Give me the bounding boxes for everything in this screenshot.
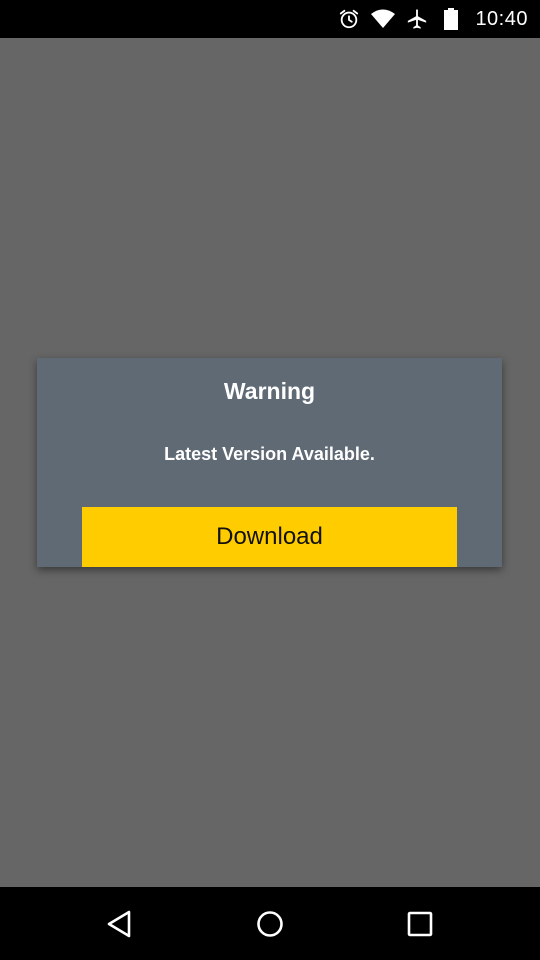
airplane-mode-icon xyxy=(405,7,429,31)
back-icon xyxy=(107,910,131,937)
status-icons: 10:40 xyxy=(337,0,528,38)
screen: 10:40 Warning Latest Version Available. … xyxy=(0,0,540,960)
dialog-message: Latest Version Available. xyxy=(164,444,375,464)
back-button[interactable] xyxy=(75,887,165,960)
recents-button[interactable] xyxy=(375,887,465,960)
wifi-icon xyxy=(371,7,396,31)
dialog-title: Warning xyxy=(223,378,316,404)
status-time: 10:40 xyxy=(475,7,528,30)
status-bar: 10:40 xyxy=(0,0,540,38)
battery-icon xyxy=(439,7,463,31)
alarm-icon xyxy=(337,7,361,31)
home-icon xyxy=(257,910,283,937)
update-dialog: Warning Latest Version Available. Downlo… xyxy=(37,358,502,567)
recents-icon xyxy=(407,911,433,936)
navigation-bar xyxy=(0,887,540,960)
download-button[interactable]: Download xyxy=(82,507,457,567)
home-button[interactable] xyxy=(225,887,315,960)
